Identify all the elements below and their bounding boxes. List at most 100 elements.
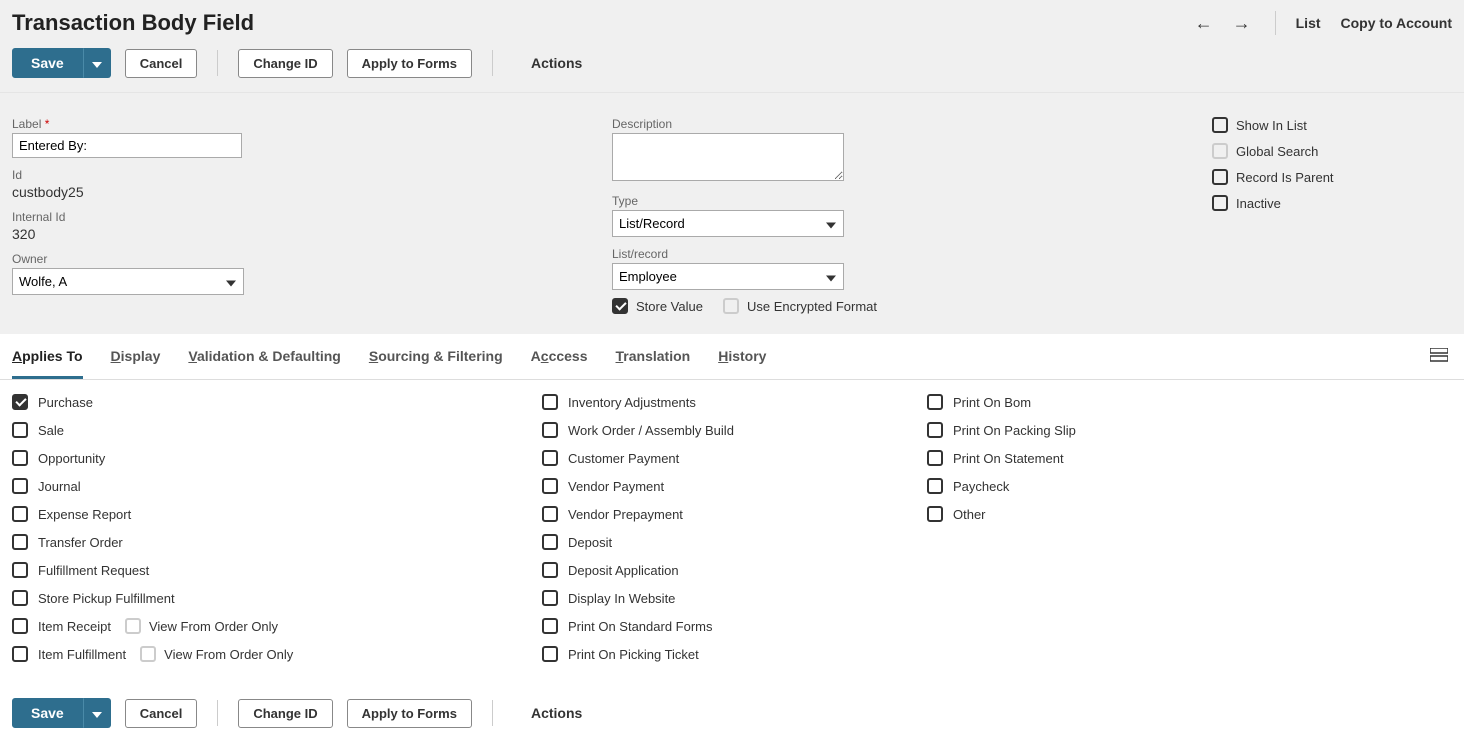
label-field-label: Label	[12, 117, 572, 131]
label-work-order-assembly-build: Work Order / Assembly Build	[568, 423, 734, 438]
description-field-label: Description	[612, 117, 1172, 131]
checkbox-purchase[interactable]	[12, 394, 28, 410]
nav-prev-icon[interactable]: ←	[1191, 13, 1217, 34]
inactive-checkbox[interactable]	[1212, 195, 1228, 211]
tab-translation[interactable]: Translation	[616, 334, 691, 379]
save-button[interactable]: Save	[12, 48, 83, 78]
checkbox-item-fulfillment[interactable]	[12, 646, 28, 662]
checkbox-opportunity[interactable]	[12, 450, 28, 466]
checkbox-fulfillment-request[interactable]	[12, 562, 28, 578]
checkbox-item-receipt-view-only[interactable]	[125, 618, 141, 634]
divider	[217, 700, 218, 726]
checkbox-store-pickup-fulfillment[interactable]	[12, 590, 28, 606]
actions-menu-footer[interactable]: Actions	[531, 705, 582, 721]
listrecord-field-label: List/record	[612, 247, 1172, 261]
checkbox-paycheck[interactable]	[927, 478, 943, 494]
applies-row-opportunity: Opportunity	[12, 450, 542, 466]
label-item-fulfillment: Item Fulfillment	[38, 647, 126, 662]
applies-row-item-fulfillment: Item FulfillmentView From Order Only	[12, 646, 542, 662]
cancel-button[interactable]: Cancel	[125, 49, 198, 78]
applies-row-other: Other	[927, 506, 1227, 522]
page-title: Transaction Body Field	[12, 10, 254, 36]
divider	[217, 50, 218, 76]
change-id-button-footer[interactable]: Change ID	[238, 699, 332, 728]
checkbox-print-on-picking-ticket[interactable]	[542, 646, 558, 662]
chevron-down-icon	[92, 712, 102, 718]
change-id-button[interactable]: Change ID	[238, 49, 332, 78]
applies-row-store-pickup-fulfillment: Store Pickup Fulfillment	[12, 590, 542, 606]
checkbox-print-on-standard-forms[interactable]	[542, 618, 558, 634]
label-inventory-adjustments: Inventory Adjustments	[568, 395, 696, 410]
copy-to-account-link[interactable]: Copy to Account	[1341, 15, 1452, 31]
label-print-on-picking-ticket: Print On Picking Ticket	[568, 647, 699, 662]
description-textarea[interactable]	[612, 133, 844, 181]
checkbox-other[interactable]	[927, 506, 943, 522]
tab-access[interactable]: Acccess	[531, 334, 588, 379]
applies-row-work-order-assembly-build: Work Order / Assembly Build	[542, 422, 927, 438]
applies-row-print-on-standard-forms: Print On Standard Forms	[542, 618, 927, 634]
checkbox-customer-payment[interactable]	[542, 450, 558, 466]
checkbox-journal[interactable]	[12, 478, 28, 494]
tab-display[interactable]: Display	[111, 334, 161, 379]
list-link[interactable]: List	[1296, 15, 1321, 31]
checkbox-inventory-adjustments[interactable]	[542, 394, 558, 410]
applies-row-purchase: Purchase	[12, 394, 542, 410]
encrypted-checkbox[interactable]	[723, 298, 739, 314]
label-fulfillment-request: Fulfillment Request	[38, 563, 149, 578]
tab-applies-to[interactable]: Applies To	[12, 334, 83, 379]
form-section: Label Id custbody25 Internal Id 320 Owne…	[0, 93, 1464, 334]
tab-sourcing[interactable]: Sourcing & Filtering	[369, 334, 503, 379]
nav-next-icon[interactable]: →	[1229, 13, 1255, 34]
internal-id-field-label: Internal Id	[12, 210, 572, 224]
encrypted-label: Use Encrypted Format	[747, 299, 877, 314]
applies-row-vendor-prepayment: Vendor Prepayment	[542, 506, 927, 522]
checkbox-vendor-prepayment[interactable]	[542, 506, 558, 522]
global-search-label: Global Search	[1236, 144, 1318, 159]
checkbox-print-on-statement[interactable]	[927, 450, 943, 466]
checkbox-work-order-assembly-build[interactable]	[542, 422, 558, 438]
label-paycheck: Paycheck	[953, 479, 1009, 494]
label-vendor-payment: Vendor Payment	[568, 479, 664, 494]
global-search-checkbox[interactable]	[1212, 143, 1228, 159]
applies-row-display-in-website: Display In Website	[542, 590, 927, 606]
label-deposit-application: Deposit Application	[568, 563, 679, 578]
actions-menu[interactable]: Actions	[531, 55, 582, 71]
record-is-parent-checkbox[interactable]	[1212, 169, 1228, 185]
owner-select[interactable]	[12, 268, 244, 295]
label-journal: Journal	[38, 479, 81, 494]
listrecord-select[interactable]	[612, 263, 844, 290]
subtab-menu-icon[interactable]	[1426, 344, 1452, 369]
label-display-in-website: Display In Website	[568, 591, 675, 606]
label-purchase: Purchase	[38, 395, 93, 410]
checkbox-transfer-order[interactable]	[12, 534, 28, 550]
tab-history[interactable]: History	[718, 334, 766, 379]
apply-to-forms-button-footer[interactable]: Apply to Forms	[347, 699, 472, 728]
tab-validation[interactable]: Validation & Defaulting	[188, 334, 340, 379]
cancel-button-footer[interactable]: Cancel	[125, 699, 198, 728]
label-deposit: Deposit	[568, 535, 612, 550]
save-dropdown-button[interactable]	[83, 48, 111, 78]
record-is-parent-label: Record Is Parent	[1236, 170, 1334, 185]
checkbox-print-on-packing-slip[interactable]	[927, 422, 943, 438]
label-other: Other	[953, 507, 986, 522]
checkbox-deposit[interactable]	[542, 534, 558, 550]
label-input[interactable]	[12, 133, 242, 158]
store-value-checkbox[interactable]	[612, 298, 628, 314]
show-in-list-checkbox[interactable]	[1212, 117, 1228, 133]
apply-to-forms-button[interactable]: Apply to Forms	[347, 49, 472, 78]
checkbox-print-on-bom[interactable]	[927, 394, 943, 410]
checkbox-item-fulfillment-view-only[interactable]	[140, 646, 156, 662]
checkbox-sale[interactable]	[12, 422, 28, 438]
checkbox-item-receipt[interactable]	[12, 618, 28, 634]
checkbox-vendor-payment[interactable]	[542, 478, 558, 494]
applies-row-vendor-payment: Vendor Payment	[542, 478, 927, 494]
tabs-bar: Applies To Display Validation & Defaulti…	[0, 334, 1464, 380]
show-in-list-label: Show In List	[1236, 118, 1307, 133]
label-transfer-order: Transfer Order	[38, 535, 123, 550]
type-select[interactable]	[612, 210, 844, 237]
checkbox-display-in-website[interactable]	[542, 590, 558, 606]
checkbox-deposit-application[interactable]	[542, 562, 558, 578]
applies-row-paycheck: Paycheck	[927, 478, 1227, 494]
type-field-label: Type	[612, 194, 1172, 208]
checkbox-expense-report[interactable]	[12, 506, 28, 522]
